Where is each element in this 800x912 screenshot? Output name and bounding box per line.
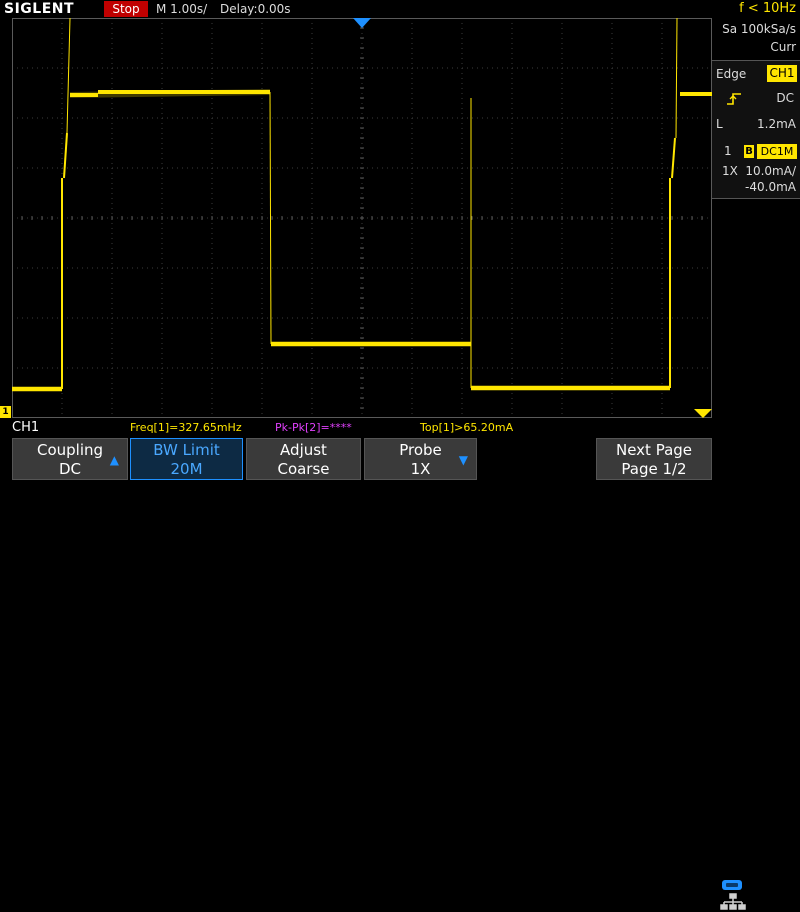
arrow-down-icon: ▼ [458, 453, 468, 467]
trigger-source-badge: CH1 [767, 65, 797, 82]
trigger-level-value: 1.2mA [757, 117, 796, 131]
measurement-pk-pk: Pk-Pk[2]=**** [275, 421, 352, 434]
run-stop-indicator[interactable]: Stop [104, 1, 148, 17]
rising-edge-icon [727, 93, 741, 105]
status-bar: SIGLENT Stop M 1.00s/ Delay:0.00s f < 10… [0, 0, 800, 18]
trigger-type: Edge [716, 67, 747, 81]
adjust-value: Coarse [277, 460, 330, 478]
arrow-up-icon: ▲ [109, 453, 119, 467]
usb-icon [722, 880, 742, 890]
next-page-label: Next Page [615, 441, 693, 459]
next-page-softkey[interactable]: Next Page Page 1/2 [596, 438, 712, 480]
channel-number: 1 [724, 144, 732, 158]
sample-rate: Sa 100kSa/s [722, 22, 796, 36]
status-icons [720, 880, 746, 910]
probe-attenuation: 1X [722, 164, 738, 178]
measurement-frequency: Freq[1]=327.65mHz [130, 421, 242, 434]
adjust-softkey[interactable]: Adjust Coarse [246, 438, 361, 480]
vertical-scale: 10.0mA/ [745, 164, 796, 178]
memory-depth: Curr 1.40Mpts [740, 40, 796, 72]
measurement-top: Top[1]>65.20mA [420, 421, 514, 434]
menu-channel-label: CH1 [12, 420, 40, 435]
delay-readout: Delay:0.00s [220, 2, 291, 16]
frequency-counter: f < 10Hz [739, 1, 796, 16]
bw-limit-label: BW Limit [153, 441, 220, 459]
brand-logo: SIGLENT [4, 1, 75, 17]
channel1-panel[interactable]: 1 B DC1M 1X 10.0mA/ -40.0mA [712, 142, 800, 199]
measurement-bar: CH1 Freq[1]=327.65mHz Pk-Pk[2]=**** Top[… [0, 418, 800, 436]
channel-coupling-impedance: DC1M [757, 144, 797, 159]
trigger-coupling: DC [776, 91, 794, 105]
channel1-offset-marker[interactable]: 1 [0, 406, 11, 418]
bw-limit-value: 20M [170, 460, 203, 478]
trigger-position-marker[interactable] [353, 18, 371, 28]
info-panel: Sa 100kSa/s Curr 1.40Mpts Edge CH1 DC L … [712, 18, 800, 418]
trigger-level-marker[interactable] [694, 409, 712, 418]
trigger-panel[interactable]: Edge CH1 DC L 1.2mA [712, 60, 800, 152]
probe-softkey[interactable]: Probe 1X ▼ [364, 438, 477, 480]
bw-limit-softkey[interactable]: BW Limit 20M [130, 438, 243, 480]
adjust-label: Adjust [280, 441, 327, 459]
bandwidth-limit-flag: B [744, 145, 754, 158]
softkey-menu: Coupling DC ▲ BW Limit 20M Adjust Coarse… [0, 436, 800, 910]
vertical-offset: -40.0mA [745, 180, 796, 194]
page-indicator: Page 1/2 [621, 460, 687, 478]
coupling-softkey[interactable]: Coupling DC ▲ [12, 438, 128, 480]
waveform-grid [12, 18, 712, 418]
network-icon [720, 893, 746, 910]
trigger-level-label: L [716, 117, 723, 131]
timebase-readout: M 1.00s/ [156, 2, 208, 16]
